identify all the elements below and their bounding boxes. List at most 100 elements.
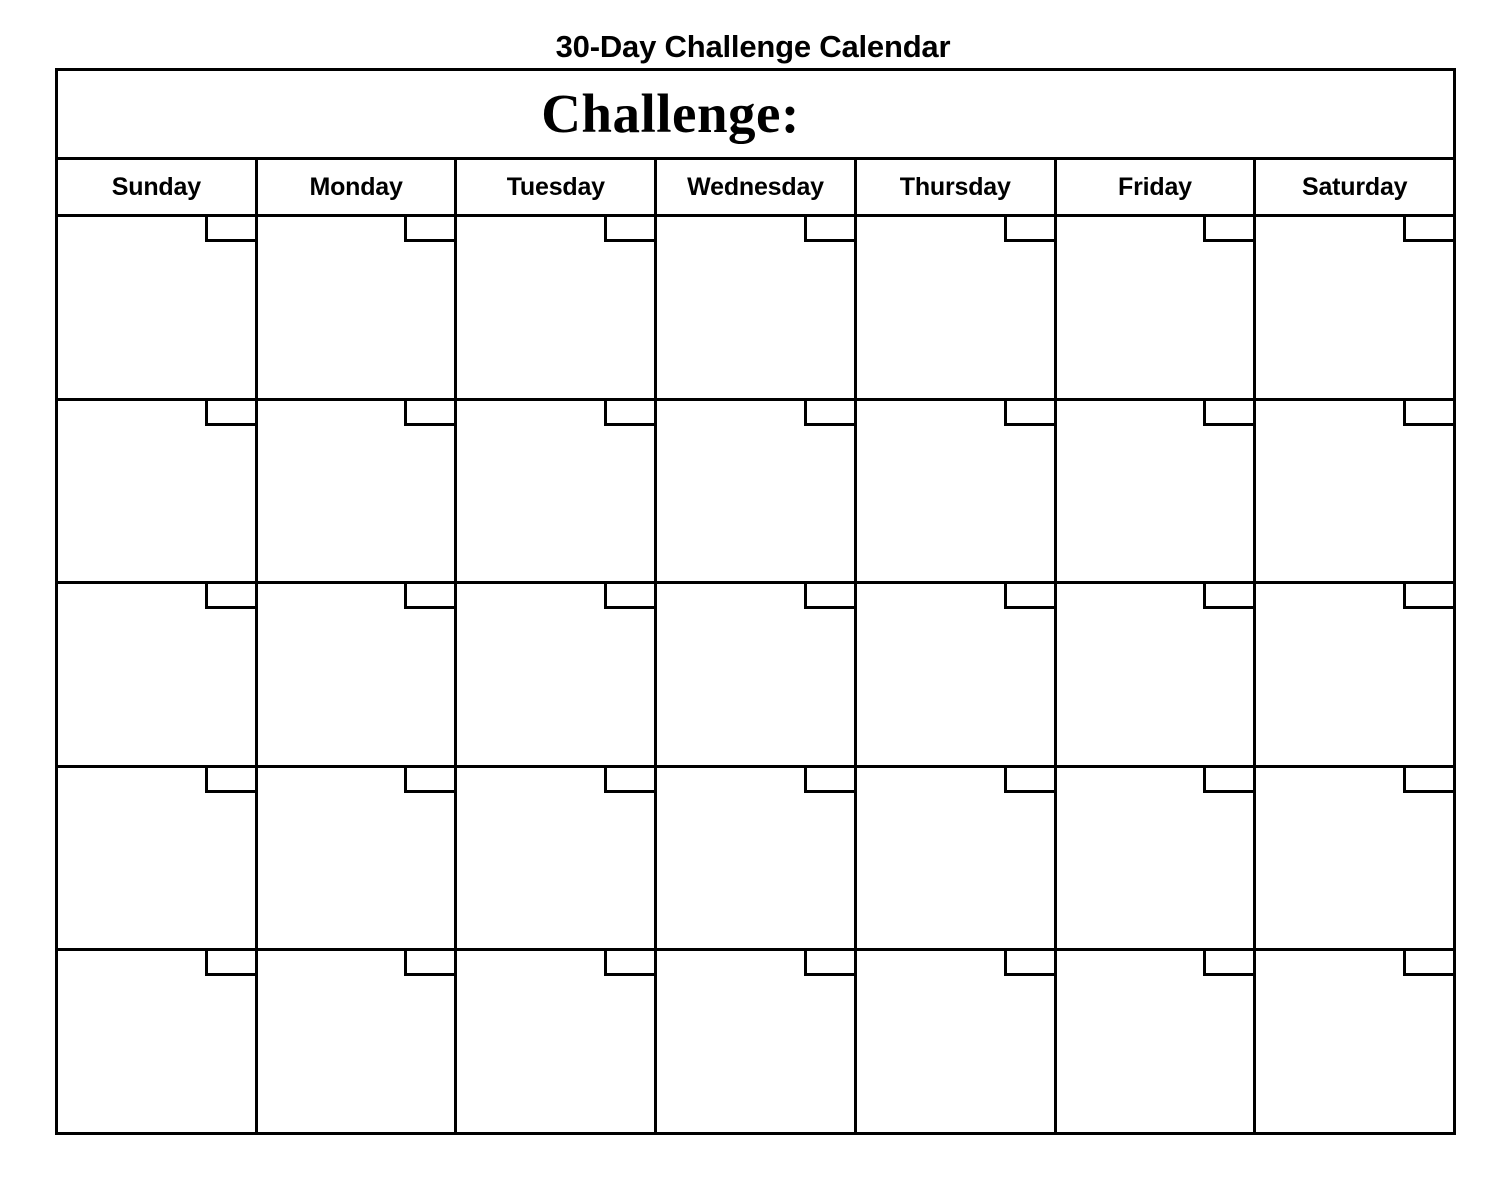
- day-cell[interactable]: [1256, 400, 1454, 582]
- date-number: [1206, 768, 1253, 790]
- date-box[interactable]: [803, 767, 854, 793]
- date-box[interactable]: [1003, 400, 1054, 426]
- date-box[interactable]: [1403, 400, 1454, 426]
- date-number: [1007, 951, 1054, 973]
- date-number: [1007, 584, 1054, 606]
- day-cell[interactable]: [457, 951, 658, 1132]
- date-number: [407, 584, 454, 606]
- day-cell[interactable]: [856, 767, 1057, 949]
- date-box[interactable]: [404, 767, 455, 793]
- page-title: 30-Day Challenge Calendar: [555, 28, 951, 64]
- date-number: [807, 217, 854, 239]
- day-cell[interactable]: [657, 400, 857, 582]
- day-cell[interactable]: [257, 584, 458, 765]
- day-cell[interactable]: [457, 400, 658, 582]
- date-box[interactable]: [204, 951, 255, 977]
- day-cell[interactable]: [856, 400, 1057, 582]
- date-box[interactable]: [803, 584, 854, 610]
- day-cell[interactable]: [457, 584, 658, 765]
- date-number: [807, 584, 854, 606]
- date-box[interactable]: [1003, 951, 1054, 977]
- day-cell[interactable]: [1256, 951, 1454, 1132]
- date-box[interactable]: [204, 584, 255, 610]
- date-number: [1206, 217, 1253, 239]
- date-box[interactable]: [1403, 951, 1454, 977]
- day-cell[interactable]: [856, 951, 1057, 1132]
- day-cell[interactable]: [657, 951, 857, 1132]
- date-box[interactable]: [204, 400, 255, 426]
- weekday-header-row: Sunday Monday Tuesday Wednesday Thursday…: [58, 160, 1453, 217]
- date-box[interactable]: [404, 951, 455, 977]
- day-cell[interactable]: [1256, 767, 1454, 949]
- day-cell[interactable]: [457, 767, 658, 949]
- challenge-label: Challenge:: [541, 83, 800, 144]
- date-box[interactable]: [803, 400, 854, 426]
- day-cell[interactable]: [58, 951, 258, 1132]
- day-cell[interactable]: [1056, 951, 1257, 1132]
- date-box[interactable]: [1403, 584, 1454, 610]
- day-cell[interactable]: [1056, 400, 1257, 582]
- week-row: [58, 400, 1454, 585]
- date-number: [208, 768, 255, 790]
- date-box[interactable]: [1203, 951, 1254, 977]
- day-cell[interactable]: [457, 217, 658, 398]
- day-cell[interactable]: [856, 217, 1057, 398]
- date-box[interactable]: [803, 951, 854, 977]
- day-cell[interactable]: [657, 217, 857, 398]
- date-box[interactable]: [1403, 767, 1454, 793]
- day-cell[interactable]: [58, 767, 258, 949]
- date-box[interactable]: [1003, 217, 1054, 242]
- day-cell[interactable]: [58, 584, 258, 765]
- day-cell[interactable]: [257, 951, 458, 1132]
- day-cell[interactable]: [1256, 217, 1454, 398]
- date-box[interactable]: [604, 217, 655, 242]
- date-number: [407, 951, 454, 973]
- weekday-label: Saturday: [1301, 172, 1408, 201]
- day-cell[interactable]: [657, 584, 857, 765]
- day-cell[interactable]: [58, 217, 258, 398]
- date-box[interactable]: [604, 951, 655, 977]
- date-box[interactable]: [404, 584, 455, 610]
- date-box[interactable]: [1003, 584, 1054, 610]
- date-box[interactable]: [204, 217, 255, 242]
- date-box[interactable]: [1203, 217, 1254, 242]
- weekday-header-friday: Friday: [1057, 160, 1257, 214]
- weekday-header-thursday: Thursday: [857, 160, 1057, 214]
- date-number: [807, 401, 854, 423]
- date-number: [1406, 217, 1453, 239]
- date-number: [208, 217, 255, 239]
- calendar-weeks: [58, 217, 1454, 1132]
- date-number: [1007, 401, 1054, 423]
- date-box[interactable]: [404, 217, 455, 242]
- day-cell[interactable]: [1056, 584, 1257, 765]
- date-number: [1007, 217, 1054, 239]
- day-cell[interactable]: [257, 400, 458, 582]
- day-cell[interactable]: [657, 767, 857, 949]
- date-box[interactable]: [604, 584, 655, 610]
- week-row: [58, 217, 1454, 401]
- date-box[interactable]: [803, 217, 854, 242]
- day-cell[interactable]: [856, 584, 1057, 765]
- day-cell[interactable]: [1256, 584, 1454, 765]
- date-number: [208, 584, 255, 606]
- date-box[interactable]: [1003, 767, 1054, 793]
- date-box[interactable]: [204, 767, 255, 793]
- day-cell[interactable]: [1056, 217, 1257, 398]
- weekday-header-sunday: Sunday: [58, 160, 258, 214]
- day-cell[interactable]: [1056, 767, 1257, 949]
- date-box[interactable]: [1203, 400, 1254, 426]
- day-cell[interactable]: [58, 400, 258, 582]
- date-number: [1406, 951, 1453, 973]
- date-box[interactable]: [1203, 584, 1254, 610]
- date-box[interactable]: [604, 767, 655, 793]
- day-cell[interactable]: [257, 767, 458, 949]
- date-box[interactable]: [404, 400, 455, 426]
- date-box[interactable]: [604, 400, 655, 426]
- date-number: [807, 951, 854, 973]
- date-box[interactable]: [1203, 767, 1254, 793]
- date-box[interactable]: [1403, 217, 1454, 242]
- date-number: [1007, 768, 1054, 790]
- date-number: [607, 401, 654, 423]
- day-cell[interactable]: [257, 217, 458, 398]
- date-number: [1206, 584, 1253, 606]
